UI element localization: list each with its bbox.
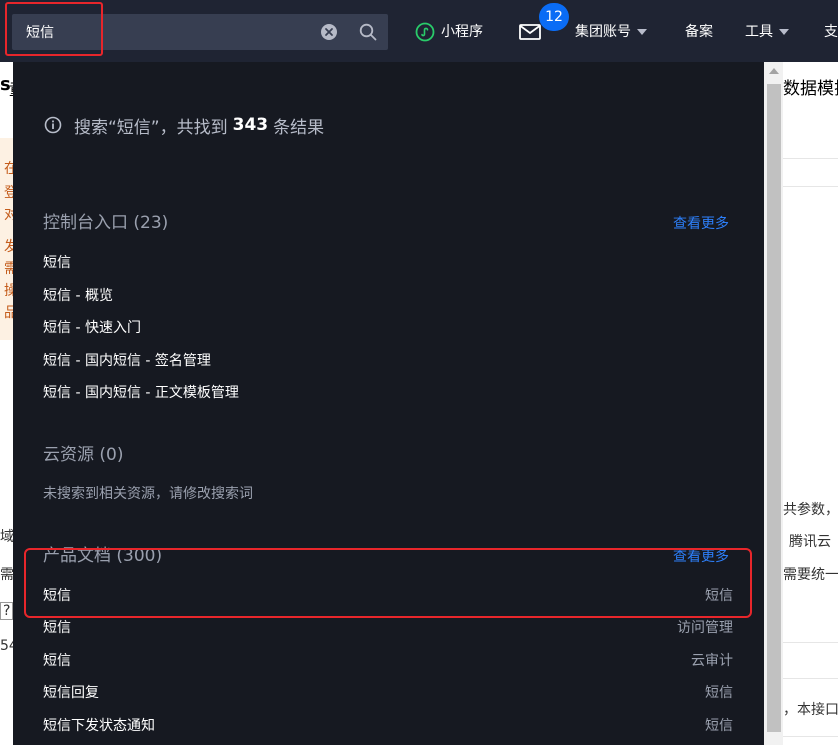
summary-count: 343 [232,115,269,135]
console-view-more-link[interactable]: 查看更多 [673,214,729,234]
miniapp-label: 小程序 [441,24,483,40]
page-left-fragment: 需 [0,567,14,583]
group-account-label: 集团账号 [575,24,631,40]
filing-label: 备案 [685,24,713,40]
doc-result-item[interactable]: 短信 [43,618,71,638]
summary-prefix: 搜索“短信”，共找到 [74,117,228,138]
doc-result-highlight-box [24,548,752,618]
doc-result-item[interactable]: 短信下发状态通知 [43,716,155,736]
doc-result-item[interactable]: 短信回复 [43,683,99,703]
cloud-resources-section-title: 云资源 (0) [43,445,124,465]
summary-suffix: 条结果 [273,117,325,138]
cloud-resources-empty-text: 未搜索到相关资源，请修改搜索词 [43,486,253,502]
page-left-fragment: 域 [0,529,14,545]
console-result-item[interactable]: 短信 - 概览 [43,286,113,306]
doc-result-tag: 短信 [705,685,733,701]
search-results-dropdown [13,62,764,745]
scroll-up-arrow[interactable] [769,68,779,74]
console-result-item[interactable]: 短信 - 国内短信 - 正文模板管理 [43,383,239,403]
support-label: 支 [824,24,838,40]
page-right-title-fragment: 数据模拉 [783,79,838,99]
console-section-title: 控制台入口 (23) [43,213,169,233]
tools-label: 工具 [745,24,773,40]
group-account-menu[interactable]: 集团账号 [575,22,647,42]
doc-result-tag: 短信 [705,718,733,734]
search-summary: 搜索“短信”，共找到 343 条结果 [44,113,325,138]
mail-icon[interactable] [519,24,541,40]
page-left-fragment: ? [0,602,14,620]
support-menu[interactable]: 支 [824,22,838,42]
scroll-thumb[interactable] [767,84,781,732]
search-highlight-box [5,2,103,56]
miniapp-link[interactable]: 小程序 [415,22,483,42]
chevron-down-icon [637,29,647,35]
console-result-item[interactable]: 短信 - 国内短信 - 签名管理 [43,351,211,371]
page-right-fragment: ，本接口 [783,702,838,718]
page-right-fragment: 共参数， [783,502,838,518]
mail-badge: 12 [539,3,569,31]
filing-link[interactable]: 备案 [685,22,713,42]
info-icon [44,116,62,134]
miniapp-icon [415,22,435,42]
page-right-fragment: 腾讯云 [789,534,831,550]
console-result-item[interactable]: 短信 - 快速入门 [43,318,141,338]
dropdown-scrollbar[interactable] [764,62,783,745]
tools-menu[interactable]: 工具 [745,22,789,42]
search-icon[interactable] [359,23,377,41]
doc-result-item[interactable]: 短信 [43,651,71,671]
doc-result-tag: 云审计 [691,653,733,669]
doc-result-tag: 访问管理 [677,620,733,636]
chevron-down-icon [779,29,789,35]
page-right-fragment: 需要统一 [783,567,838,583]
clear-icon[interactable] [320,23,338,41]
console-result-item[interactable]: 短信 [43,253,71,273]
top-navbar: 小程序 12 集团账号 备案 工具 支 [0,0,838,62]
